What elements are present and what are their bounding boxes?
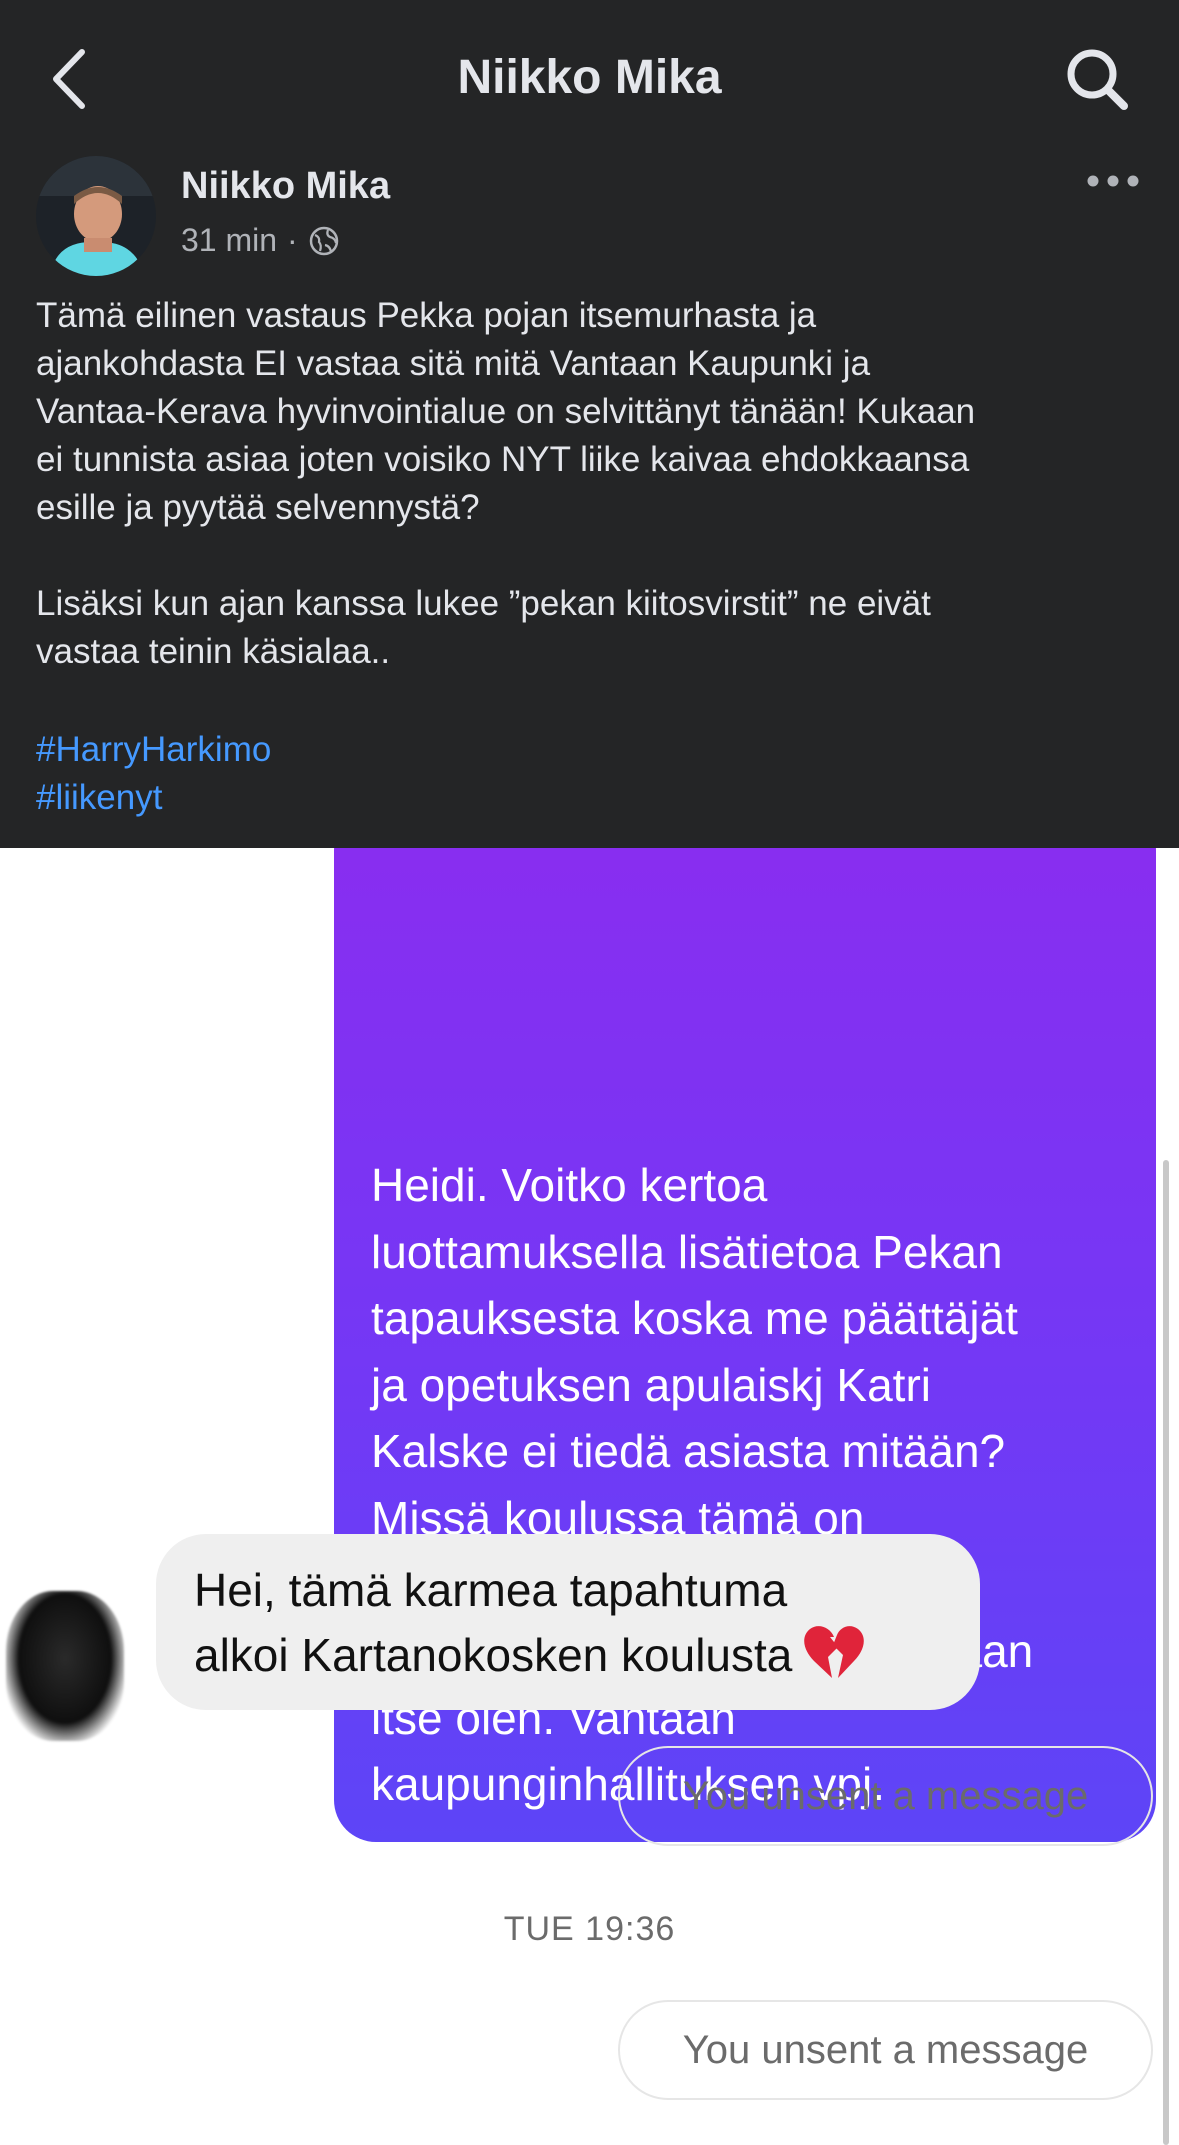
more-options-button[interactable] bbox=[1085, 168, 1141, 194]
broken-heart-icon bbox=[804, 1626, 865, 1678]
top-navigation-bar: Niikko Mika bbox=[0, 0, 1179, 150]
profile-photo bbox=[36, 156, 156, 276]
meta-separator: · bbox=[287, 222, 298, 258]
hashtag-link[interactable]: #liikenyt bbox=[36, 774, 271, 822]
received-message-bubble: Hei, tämä karmea tapahtuma alkoi Kartano… bbox=[156, 1534, 980, 1710]
facebook-post-panel: Niikko Mika Niikko Mika 31 min · Tämä ei… bbox=[0, 0, 1179, 848]
search-icon bbox=[1067, 49, 1128, 110]
post-author-name[interactable]: Niikko Mika bbox=[181, 165, 390, 208]
hashtag-link[interactable]: #HarryHarkimo bbox=[36, 726, 271, 774]
contact-avatar-obscured bbox=[6, 1591, 124, 1741]
unsent-message-pill: You unsent a message bbox=[618, 2000, 1153, 2100]
post-meta: 31 min · bbox=[181, 222, 340, 259]
post-hashtags: #HarryHarkimo #liikenyt bbox=[36, 726, 271, 822]
chat-screenshot: Heidi. Voitko kertoa luottamuksella lisä… bbox=[0, 808, 1179, 2145]
sent-message-text: Heidi. Voitko kertoa luottamuksella lisä… bbox=[371, 1159, 1033, 1811]
globe-icon bbox=[309, 226, 338, 255]
unsent-message-pill: You unsent a message bbox=[618, 1746, 1153, 1846]
post-body-text: Tämä eilinen vastaus Pekka pojan itsemur… bbox=[36, 296, 976, 671]
chat-timestamp: TUE 19:36 bbox=[503, 1910, 676, 1948]
post-time: 31 min bbox=[181, 222, 278, 258]
more-horizontal-icon bbox=[1087, 175, 1139, 187]
search-button[interactable] bbox=[1062, 44, 1132, 114]
scrollbar[interactable] bbox=[1163, 1160, 1169, 2145]
received-message-text: Hei, tämä karmea tapahtuma alkoi Kartano… bbox=[194, 1564, 793, 1681]
page-title: Niikko Mika bbox=[457, 51, 722, 104]
author-avatar[interactable] bbox=[36, 156, 156, 276]
